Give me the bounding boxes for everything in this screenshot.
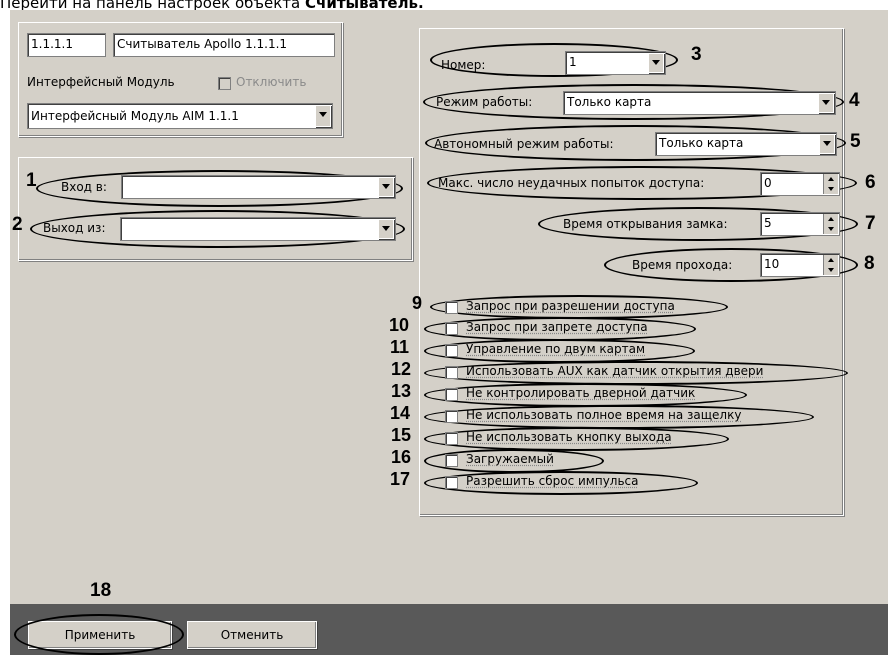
label-pulse-reset: Разрешить сброс импульса <box>466 474 639 488</box>
chevron-down-icon[interactable] <box>818 93 834 113</box>
checkbox-no-door-sensor[interactable] <box>445 388 458 401</box>
object-name-field[interactable]: Считыватель Apollo 1.1.1.1 <box>113 33 335 57</box>
callout-13: 13 <box>391 381 412 401</box>
interface-select-value: Интерфейсный Модуль AIM 1.1.1 <box>31 109 239 123</box>
callout-15: 15 <box>391 425 412 445</box>
chevron-down-icon[interactable] <box>819 134 835 154</box>
chevron-down-icon[interactable] <box>378 219 394 239</box>
output-label: Выход из: <box>43 221 106 235</box>
auto-mode-label: Автономный режим работы: <box>434 137 614 151</box>
label-request-allow: Запрос при разрешении доступа <box>466 299 675 313</box>
spinner-arrows-icon[interactable] <box>823 255 838 275</box>
label-no-exit-button: Не использовать кнопку выхода <box>466 430 672 444</box>
max-attempts-label: Макс. число неудачных попыток доступа: <box>438 176 705 190</box>
callout-6: 6 <box>865 172 876 193</box>
mode-select-value: Только карта <box>567 95 652 109</box>
chevron-down-icon[interactable] <box>648 53 664 73</box>
mode-label: Режим работы: <box>436 95 533 109</box>
callout-2: 2 <box>12 214 23 235</box>
input-label: Вход в: <box>61 180 107 194</box>
interface-label: Интерфейсный Модуль <box>27 75 175 89</box>
pass-time-spinner[interactable]: 10 <box>760 253 840 277</box>
disable-checkbox[interactable] <box>218 77 231 90</box>
checkbox-pulse-reset[interactable] <box>445 476 458 489</box>
callout-11: 11 <box>390 337 410 357</box>
callout-5: 5 <box>850 131 861 152</box>
pass-time-label: Время прохода: <box>632 258 733 272</box>
object-id-field[interactable]: 1.1.1.1 <box>27 33 106 57</box>
label-no-full-latch: Не использовать полное время на защелку <box>466 408 742 422</box>
pass-time-value: 10 <box>764 257 780 271</box>
disable-label: Отключить <box>236 75 307 89</box>
auto-mode-select-value: Только карта <box>659 136 744 150</box>
checkbox-no-full-latch[interactable] <box>445 410 458 423</box>
number-select[interactable]: 1 <box>565 51 666 75</box>
label-request-deny: Запрос при запрете доступа <box>466 320 648 334</box>
checkbox-aux-sensor[interactable] <box>445 366 458 379</box>
number-select-value: 1 <box>569 55 577 69</box>
spinner-arrows-icon[interactable] <box>823 174 838 194</box>
callout-3: 3 <box>691 44 702 65</box>
callout-7: 7 <box>865 213 876 234</box>
spinner-arrows-icon[interactable] <box>823 214 838 234</box>
max-attempts-value: 0 <box>764 176 772 190</box>
callout-17: 17 <box>390 469 411 489</box>
mode-select[interactable]: Только карта <box>563 91 836 115</box>
callout-4: 4 <box>849 90 860 111</box>
max-attempts-spinner[interactable]: 0 <box>760 172 840 196</box>
interface-select[interactable]: Интерфейсный Модуль AIM 1.1.1 <box>27 103 333 129</box>
checkbox-loadable[interactable] <box>445 454 458 467</box>
callout-1: 1 <box>26 170 37 191</box>
label-no-door-sensor: Не контролировать дверной датчик <box>466 386 696 400</box>
checkbox-request-allow[interactable] <box>445 301 458 314</box>
chevron-down-icon[interactable] <box>378 177 394 197</box>
label-aux-sensor: Использовать AUX как датчик открытия две… <box>466 364 764 378</box>
lock-time-value: 5 <box>764 216 772 230</box>
lock-time-spinner[interactable]: 5 <box>760 212 840 236</box>
label-loadable: Загружаемый <box>466 452 554 466</box>
lock-time-label: Время открывания замка: <box>563 217 728 231</box>
chevron-down-icon[interactable] <box>315 105 331 127</box>
label-two-cards: Управление по двум картам <box>466 342 646 356</box>
cancel-button[interactable]: Отменить <box>187 621 317 649</box>
callout-16: 16 <box>391 447 412 467</box>
callout-oval-18 <box>14 614 184 655</box>
callout-12: 12 <box>391 359 412 379</box>
auto-mode-select[interactable]: Только карта <box>655 132 837 156</box>
callout-10: 10 <box>389 315 410 335</box>
checkbox-two-cards[interactable] <box>445 344 458 357</box>
callout-9: 9 <box>412 293 423 313</box>
number-label: Номер: <box>441 58 486 72</box>
checkbox-request-deny[interactable] <box>445 322 458 335</box>
callout-18: 18 <box>90 580 112 601</box>
output-select[interactable] <box>120 217 396 241</box>
callout-14: 14 <box>390 403 411 423</box>
checkbox-no-exit-button[interactable] <box>445 432 458 445</box>
input-select[interactable] <box>121 175 396 199</box>
callout-8: 8 <box>864 253 875 274</box>
